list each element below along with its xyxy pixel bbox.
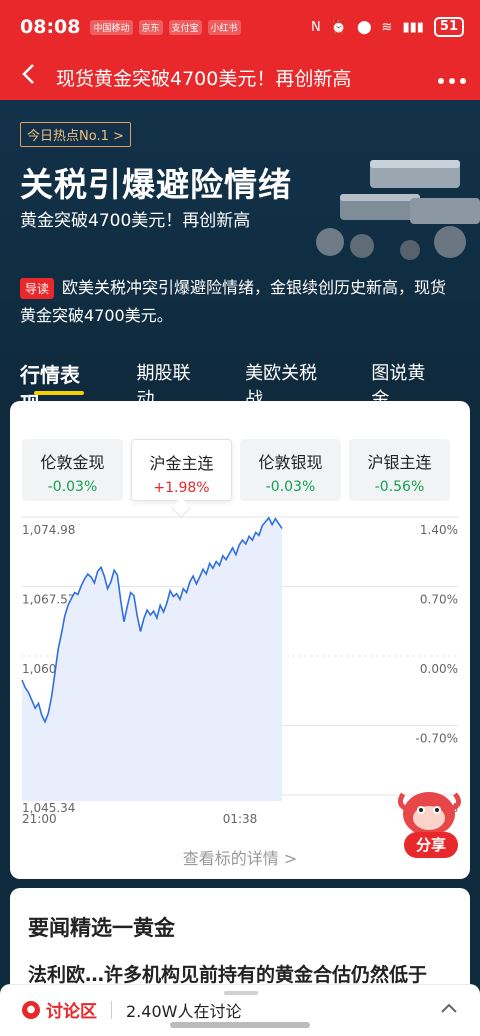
status-icons: N ⏰ ⬤ ≋ ▮▮▮ 51 [311, 17, 464, 37]
y-right-tick: 0.70% [420, 593, 458, 607]
lead-text: 欧美关税冲突引爆避险情绪，金银续创历史新高，现货黄金突破4700美元。 [20, 278, 447, 325]
status-time: 08:08 [20, 16, 81, 38]
nfc-icon: N [311, 19, 321, 35]
lead-tag: 导读 [20, 278, 55, 299]
quote-name: 沪金主连 [149, 454, 214, 473]
quote-change: -0.03% [265, 479, 316, 495]
discussion-count: 2.40W人在讨论 [126, 1001, 242, 1021]
quote-name: 伦敦银现 [258, 453, 323, 472]
y-right-tick: -0.70% [416, 732, 458, 746]
status-bar: 08:08 中国移动 京东 支付宝 小红书 N ⏰ ⬤ ≋ ▮▮▮ 51 [0, 0, 480, 54]
alarm-icon: ⏰ [330, 19, 347, 35]
quote-selector: 伦敦金现 -0.03% 沪金主连 +1.98% 伦敦银现 -0.03% 沪银主连… [22, 439, 450, 501]
home-indicator [170, 1022, 310, 1028]
hero-subtitle: 黄金突破4700美元！再创新高 [20, 211, 251, 231]
discussion-bar[interactable]: ● 讨论区 2.40W人在讨论 [0, 984, 480, 1036]
quote-shfe-silver[interactable]: 沪银主连 -0.56% [349, 439, 450, 501]
quote-shfe-gold[interactable]: 沪金主连 +1.98% [131, 439, 232, 501]
discussion-label: 讨论区 [46, 1002, 97, 1022]
wifi-icon: ≋ [381, 19, 393, 35]
quote-change: -0.56% [374, 479, 425, 495]
gold-bars-image [316, 160, 480, 260]
battery-icon: 51 [433, 17, 464, 37]
intraday-chart[interactable]: 1,074.981.40%1,067.570.70%1,060.160.00%1… [10, 511, 470, 831]
x-tick: 01:38 [223, 812, 258, 826]
quote-change: +1.98% [153, 480, 210, 496]
page-title: 现货黄金突破4700美元！再创新高 [56, 67, 352, 90]
status-mini-apps: 中国移动 京东 支付宝 小红书 [90, 19, 241, 35]
quote-name: 伦敦金现 [40, 453, 105, 472]
y-left-tick: 1,074.98 [22, 523, 75, 537]
mini-app-icon: 中国移动 [90, 19, 133, 35]
quote-change: -0.03% [47, 479, 98, 495]
series-area [22, 517, 282, 801]
nav-bar: 现货黄金突破4700美元！再创新高 [0, 54, 480, 100]
news-section-title: 要闻精选一黄金 [28, 916, 175, 940]
drag-handle[interactable] [224, 991, 258, 995]
more-dots-icon[interactable] [424, 62, 480, 92]
x-tick: 21:00 [22, 812, 57, 826]
signal-icon: ▮▮▮ [402, 19, 424, 35]
hot-rank-tag[interactable]: 今日热点No.1 > [20, 122, 131, 147]
chevron-up-icon[interactable] [440, 995, 458, 1019]
mini-app-icon: 小红书 [207, 19, 241, 35]
topic-tabs: 行情表现 期股联动 美欧关税战 图说黄金 [0, 355, 480, 416]
chat-icon: ● [22, 1000, 40, 1019]
hero-title: 关税引爆避险情绪 [20, 165, 292, 204]
share-button[interactable]: 分享 [404, 832, 458, 858]
quote-london-gold[interactable]: 伦敦金现 -0.03% [22, 439, 123, 501]
location-icon: ⬤ [356, 19, 372, 35]
y-right-tick: 0.00% [420, 662, 458, 676]
news-headline[interactable]: 法利欧…许多机构见前持有的黄金合估仍然低于 [28, 960, 458, 987]
quote-london-silver[interactable]: 伦敦银现 -0.03% [240, 439, 341, 501]
y-left-tick: 1,067.57 [22, 593, 75, 607]
mini-app-icon: 京东 [138, 19, 163, 35]
mini-app-icon: 支付宝 [168, 19, 202, 35]
divider [111, 1000, 112, 1019]
y-right-tick: 1.40% [420, 523, 458, 537]
quote-name: 沪银主连 [367, 453, 432, 472]
discussion-entry[interactable]: ● 讨论区 2.40W人在讨论 [22, 997, 241, 1022]
chevron-left-icon[interactable] [0, 62, 56, 92]
